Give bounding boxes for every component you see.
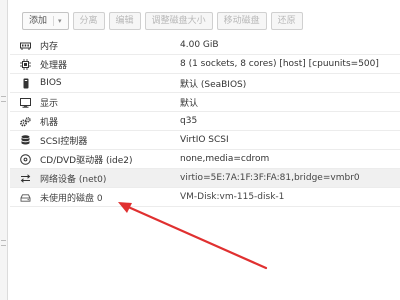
hardware-value: q35: [180, 116, 198, 126]
hardware-name: 显示: [40, 98, 59, 109]
hard-disk-icon: [20, 192, 31, 203]
move-disk-button[interactable]: 移动磁盘: [216, 12, 267, 30]
hardware-name: 网络设备 (net0): [40, 174, 107, 185]
hardware-name: 机器: [40, 117, 59, 128]
display-icon: [20, 97, 31, 108]
hardware-value: 8 (1 sockets, 8 cores) [host] [cpuunits=…: [180, 59, 379, 69]
revert-button[interactable]: 还原: [270, 12, 303, 30]
bios-icon: [20, 78, 31, 89]
annotation-arrow-shaft: [124, 204, 268, 270]
cdrom-icon: [20, 154, 31, 165]
hardware-row-display[interactable]: 显示 默认: [10, 93, 400, 112]
hardware-toolbar: 添加 ▾ 分离 编辑 调整磁盘大小 移动磁盘 还原: [22, 10, 400, 32]
resize-disk-button[interactable]: 调整磁盘大小: [144, 12, 213, 30]
hardware-name: 内存: [40, 41, 59, 52]
hardware-row-scsi-controller[interactable]: SCSI控制器 VirtIO SCSI: [10, 131, 400, 150]
hardware-value: none,media=cdrom: [180, 154, 270, 164]
panel-collapse-handle[interactable]: [1, 96, 6, 102]
add-button-label: 添加: [29, 16, 48, 26]
hardware-row-unused-disk[interactable]: 未使用的磁盘 0 VM-Disk:vm-115-disk-1: [10, 188, 400, 207]
machine-icon: [20, 116, 31, 127]
hardware-list: 内存 4.00 GiB 处理器 8 (1 sockets, 8 cores) […: [10, 36, 400, 207]
chevron-down-icon: ▾: [53, 16, 62, 26]
hardware-value: 默认: [180, 98, 199, 109]
hardware-row-network[interactable]: 网络设备 (net0) virtio=5E:7A:1F:3F:FA:81,bri…: [10, 169, 400, 188]
detach-button[interactable]: 分离: [72, 12, 105, 30]
memory-icon: [20, 40, 31, 51]
add-button[interactable]: 添加 ▾: [22, 12, 69, 30]
edit-button[interactable]: 编辑: [108, 12, 141, 30]
network-icon: [20, 173, 31, 184]
hardware-name: SCSI控制器: [40, 136, 88, 147]
cpu-icon: [20, 59, 31, 70]
hardware-row-machine[interactable]: 机器 q35: [10, 112, 400, 131]
hardware-value: 默认 (SeaBIOS): [180, 79, 247, 90]
hardware-row-processor[interactable]: 处理器 8 (1 sockets, 8 cores) [host] [cpuun…: [10, 55, 400, 74]
storage-controller-icon: [20, 135, 31, 146]
hardware-name: 处理器: [40, 60, 68, 71]
hardware-value: 4.00 GiB: [180, 40, 219, 50]
hardware-value: VM-Disk:vm-115-disk-1: [180, 192, 285, 202]
hardware-value: virtio=5E:7A:1F:3F:FA:81,bridge=vmbr0: [180, 173, 360, 183]
hardware-row-bios[interactable]: BIOS 默认 (SeaBIOS): [10, 74, 400, 93]
left-panel-strip: [0, 0, 8, 300]
hardware-name: 未使用的磁盘 0: [40, 193, 103, 204]
hardware-value: VirtIO SCSI: [180, 135, 229, 145]
hardware-row-cdrom[interactable]: CD/DVD驱动器 (ide2) none,media=cdrom: [10, 150, 400, 169]
hardware-row-memory[interactable]: 内存 4.00 GiB: [10, 36, 400, 55]
hardware-name: BIOS: [40, 78, 62, 88]
hardware-name: CD/DVD驱动器 (ide2): [40, 155, 133, 166]
panel-resize-handle[interactable]: [1, 240, 6, 246]
